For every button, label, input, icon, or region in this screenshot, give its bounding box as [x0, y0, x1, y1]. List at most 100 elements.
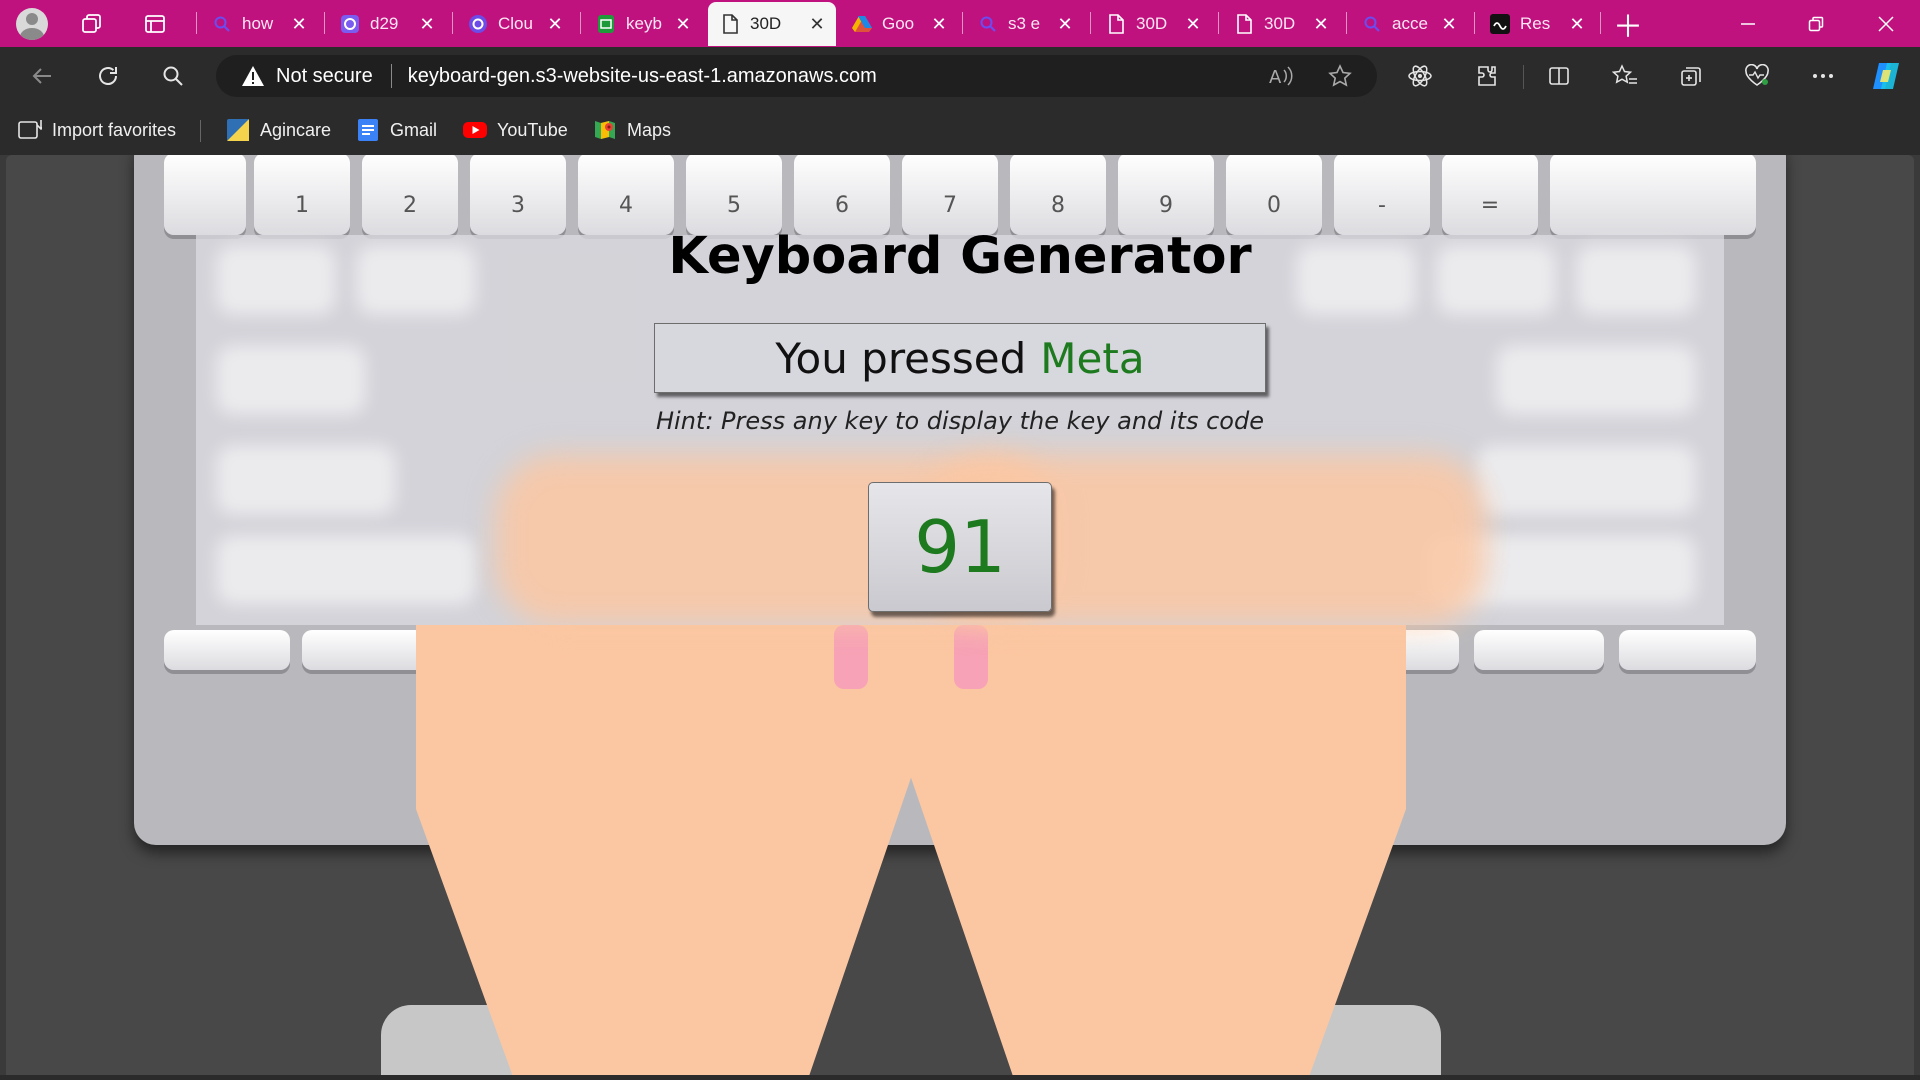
refresh-icon[interactable]: [88, 56, 128, 96]
tab-3[interactable]: Clou ✕: [456, 2, 574, 46]
close-tab-icon[interactable]: ✕: [1566, 14, 1588, 35]
keyboard-key: [164, 155, 246, 235]
keyboard-key: [1619, 630, 1756, 670]
fav-youtube[interactable]: YouTube: [463, 115, 568, 145]
split-screen-icon[interactable]: [1539, 56, 1579, 96]
tab-separator: [1346, 12, 1347, 34]
avatar-icon: [16, 8, 48, 40]
close-window-icon[interactable]: [1856, 0, 1916, 47]
tab-6[interactable]: Goo ✕: [840, 2, 958, 46]
blurred-key: [216, 345, 366, 415]
page-icon: [1106, 14, 1126, 34]
url-text[interactable]: keyboard-gen.s3-website-us-east-1.amazon…: [408, 65, 1377, 88]
tab-9[interactable]: 30D ✕: [1222, 2, 1340, 46]
blurred-key: [1496, 345, 1696, 415]
tab-10[interactable]: acce ✕: [1350, 2, 1468, 46]
address-divider: [390, 64, 392, 88]
fav-label: Import favorites: [52, 119, 177, 140]
tab-separator: [452, 12, 453, 34]
favorite-star-icon[interactable]: [1320, 56, 1360, 96]
pressed-prefix: You pressed: [775, 333, 1027, 383]
fav-agincare[interactable]: Agincare: [226, 115, 331, 145]
close-tab-icon[interactable]: ✕: [928, 14, 950, 35]
profile-avatar[interactable]: [14, 6, 50, 42]
close-tab-icon[interactable]: ✕: [672, 14, 694, 35]
blurred-key: [216, 445, 396, 515]
collections-icon[interactable]: [1671, 56, 1711, 96]
fav-maps[interactable]: Maps: [593, 115, 671, 145]
tab-title: Goo: [882, 14, 915, 33]
warning-icon[interactable]: [240, 63, 266, 89]
more-options-icon[interactable]: [1803, 56, 1843, 96]
tab-title: d29: [370, 14, 399, 33]
close-tab-icon[interactable]: ✕: [1438, 14, 1460, 35]
tab-11[interactable]: Res ✕: [1478, 2, 1596, 46]
tab-separator: [1474, 12, 1475, 34]
new-tab-icon[interactable]: ＋: [1610, 6, 1646, 45]
read-aloud-icon[interactable]: A: [1261, 56, 1301, 96]
maps-icon: [593, 118, 617, 142]
tab-strip: how ✕ d29 ✕ Clou ✕ keyb ✕ 30D ✕ Goo ✕ s3…: [0, 0, 1920, 47]
fav-label: Maps: [627, 119, 672, 140]
close-tab-icon[interactable]: ✕: [416, 14, 438, 35]
window-bottom-edge: [0, 1075, 1920, 1080]
tab-7[interactable]: s3 e ✕: [966, 2, 1084, 46]
sheet-icon: [596, 14, 616, 34]
address-bar[interactable]: Not secure keyboard-gen.s3-website-us-ea…: [216, 55, 1377, 97]
fav-label: Gmail: [390, 119, 438, 140]
search-icon: [978, 14, 998, 34]
restore-icon[interactable]: [1786, 0, 1846, 47]
close-tab-icon[interactable]: ✕: [806, 14, 828, 35]
search-icon[interactable]: [153, 56, 193, 96]
keyboard-key: [1550, 155, 1756, 235]
minimize-icon[interactable]: [1718, 0, 1778, 47]
close-tab-icon[interactable]: ✕: [544, 14, 566, 35]
keyboard-key: 8: [1010, 155, 1106, 235]
close-tab-icon[interactable]: ✕: [288, 14, 310, 35]
keyboard-key: 9: [1118, 155, 1214, 235]
page-viewport: 1 2 3 4 5 6 7 8 9 0 - = Keyboard Generat…: [6, 155, 1914, 1075]
tab-4[interactable]: keyb ✕: [584, 2, 702, 46]
tab-8[interactable]: 30D ✕: [1094, 2, 1212, 46]
fav-gmail[interactable]: Gmail: [356, 115, 437, 145]
browser-essentials-icon[interactable]: [1737, 56, 1777, 96]
tab-1[interactable]: how ✕: [200, 2, 318, 46]
hint-text: Hint: Press any key to display the key a…: [656, 407, 1264, 435]
left-thumbnail: [834, 625, 868, 689]
tab-separator: [962, 12, 963, 34]
youtube-icon: [463, 118, 487, 142]
page-icon: [1234, 14, 1254, 34]
tab-separator: [324, 12, 325, 34]
agincare-icon: [226, 118, 250, 142]
close-tab-icon[interactable]: ✕: [1310, 14, 1332, 35]
tab-actions-icon[interactable]: [137, 6, 173, 42]
tab-title: 30D: [1264, 14, 1296, 33]
tab-separator: [1600, 12, 1601, 34]
toolbar-separator: [1523, 65, 1524, 89]
keyboard-key: 5: [686, 155, 782, 235]
favorites-icon[interactable]: [1605, 56, 1645, 96]
import-favorites-link[interactable]: Import favorites: [18, 115, 176, 145]
workspaces-icon[interactable]: [74, 6, 110, 42]
back-icon[interactable]: [22, 56, 62, 96]
blurred-key: [1476, 445, 1696, 515]
right-thumbnail: [954, 625, 988, 689]
tab-title: Res: [1520, 14, 1551, 33]
toolbar: Not secure keyboard-gen.s3-website-us-ea…: [0, 47, 1920, 105]
close-tab-icon[interactable]: ✕: [1182, 14, 1204, 35]
tab-separator: [196, 12, 197, 34]
tab-2[interactable]: d29 ✕: [328, 2, 446, 46]
extensions-icon[interactable]: [1467, 56, 1507, 96]
security-status[interactable]: Not secure: [276, 65, 373, 88]
keyboard-key: [164, 630, 290, 670]
copilot-icon[interactable]: [1866, 56, 1906, 96]
react-devtools-icon[interactable]: [1400, 56, 1440, 96]
tab-5-active[interactable]: 30D ✕: [708, 2, 836, 46]
page-icon: [720, 14, 740, 34]
wave-icon: [1490, 14, 1510, 34]
keyboard-key: 4: [578, 155, 674, 235]
close-tab-icon[interactable]: ✕: [1054, 14, 1076, 35]
pressed-key-display: You pressed Meta: [654, 323, 1266, 393]
keyboard-key: 3: [470, 155, 566, 235]
favorites-bar: Import favorites Agincare Gmail YouTube …: [0, 105, 1920, 155]
